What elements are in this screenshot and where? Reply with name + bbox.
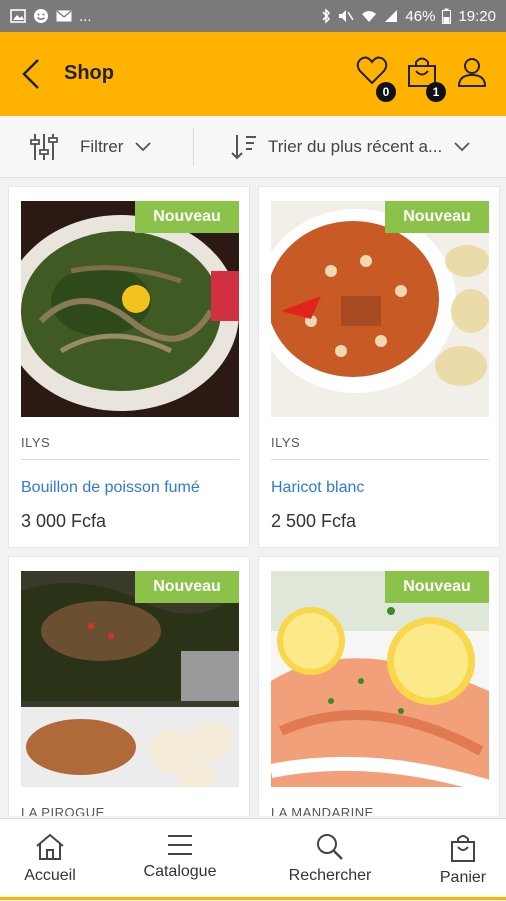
- sort-button[interactable]: Trier du plus récent a...: [194, 116, 506, 178]
- product-price: 2 500 Fcfa: [271, 511, 357, 531]
- product-grid: Nouveau ILYS Bouillon de poisson fumé 3 …: [0, 184, 506, 816]
- mail-icon: [56, 10, 72, 22]
- status-bar: ... 46% 19:20: [0, 0, 506, 32]
- nav-search[interactable]: Rechercher: [278, 819, 382, 901]
- bottom-navigation: Accueil Catalogue Rechercher Panier: [0, 818, 506, 900]
- product-name[interactable]: Haricot blanc: [271, 479, 364, 497]
- product-vendor: LA PIROGUE: [21, 805, 105, 816]
- product-card[interactable]: Nouveau LA MANDARINE: [258, 556, 500, 816]
- battery-level: 46%: [405, 7, 436, 25]
- more-notifications: ...: [79, 7, 92, 25]
- wishlist-count-badge: 0: [376, 82, 396, 102]
- product-card[interactable]: Nouveau LA PIROGUE: [8, 556, 250, 816]
- nav-home[interactable]: Accueil: [0, 819, 100, 901]
- gallery-icon: [10, 9, 26, 23]
- page-title: Shop: [64, 62, 114, 84]
- product-image[interactable]: Nouveau: [271, 201, 489, 417]
- product-vendor: LA MANDARINE: [271, 805, 374, 816]
- clock: 19:20: [458, 7, 496, 25]
- nav-label: Accueil: [24, 867, 76, 884]
- menu-icon: [168, 835, 192, 855]
- wifi-icon: [362, 11, 377, 22]
- user-icon: [457, 58, 487, 87]
- product-name[interactable]: Bouillon de poisson fumé: [21, 479, 200, 497]
- cart-count-badge: 1: [426, 82, 446, 102]
- battery-icon: [442, 8, 452, 24]
- product-card[interactable]: Nouveau ILYS Bouillon de poisson fumé 3 …: [8, 186, 250, 548]
- chevron-down-icon: [454, 142, 470, 152]
- new-badge: Nouveau: [135, 571, 239, 603]
- nav-cart[interactable]: Panier: [420, 819, 506, 901]
- back-arrow-icon: [22, 59, 39, 89]
- nav-catalogue[interactable]: Catalogue: [130, 819, 230, 901]
- product-image[interactable]: Nouveau: [21, 201, 239, 417]
- cart-button[interactable]: 1: [406, 56, 446, 102]
- new-badge: Nouveau: [385, 201, 489, 233]
- product-vendor: ILYS: [21, 435, 51, 450]
- fish-broth-dish-image: [21, 201, 239, 417]
- mute-icon: [339, 10, 355, 22]
- product-vendor: ILYS: [271, 435, 301, 450]
- bluetooth-icon: [322, 8, 331, 24]
- salmon-lemon-dish-image: [271, 571, 489, 787]
- product-image[interactable]: Nouveau: [21, 571, 239, 787]
- divider: [21, 459, 239, 460]
- chevron-down-icon: [135, 142, 152, 152]
- signal-icon: [385, 10, 398, 22]
- bag-icon: [451, 835, 475, 862]
- home-icon: [36, 833, 64, 860]
- back-button[interactable]: [18, 58, 48, 90]
- sort-label: Trier du plus récent a...: [268, 137, 443, 156]
- product-price: 3 000 Fcfa: [21, 511, 107, 531]
- nav-label: Rechercher: [288, 867, 372, 884]
- white-beans-dish-image: [271, 201, 489, 417]
- filter-label: Filtrer: [80, 137, 124, 156]
- filter-button[interactable]: Filtrer: [0, 116, 192, 178]
- wishlist-button[interactable]: 0: [356, 56, 396, 102]
- product-image[interactable]: Nouveau: [271, 571, 489, 787]
- product-card[interactable]: Nouveau ILYS Haricot blanc 2 500 Fcfa: [258, 186, 500, 548]
- filter-bar: Filtrer Trier du plus récent a...: [0, 116, 506, 178]
- grilled-fish-leaf-dish-image: [21, 571, 239, 787]
- divider: [271, 459, 489, 460]
- sliders-icon: [30, 134, 58, 160]
- sort-icon: [231, 135, 256, 160]
- smiley-icon: [34, 9, 48, 23]
- app-bar: Shop 0 1: [0, 32, 506, 116]
- search-icon: [317, 834, 343, 860]
- nav-label: Catalogue: [143, 863, 217, 880]
- new-badge: Nouveau: [385, 571, 489, 603]
- new-badge: Nouveau: [135, 201, 239, 233]
- account-button[interactable]: [456, 56, 492, 92]
- nav-label: Panier: [439, 869, 487, 886]
